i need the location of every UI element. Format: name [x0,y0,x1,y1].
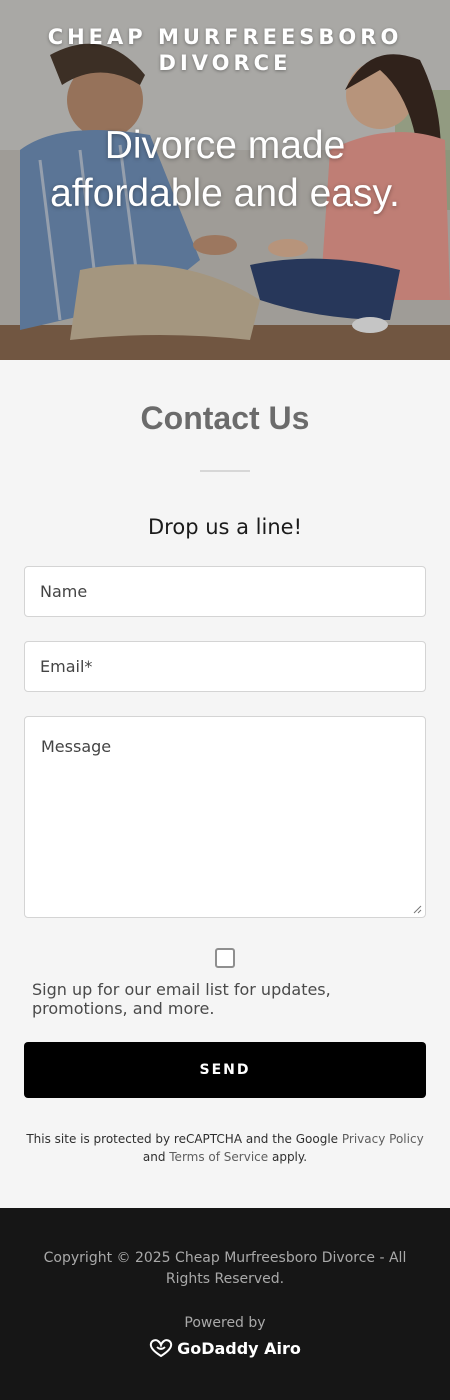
recaptcha-notice: This site is protected by reCAPTCHA and … [20,1130,430,1166]
email-field[interactable]: Email* [24,641,426,692]
contact-subtitle: Drop us a line! [148,515,302,539]
site-brand[interactable]: CHEAP MURFREESBORO DIVORCE [0,24,450,76]
signup-label: Sign up for our email list for updates, … [32,980,331,1018]
terms-of-service-link[interactable]: Terms of Service [169,1150,268,1164]
godaddy-heart-icon [149,1339,173,1358]
privacy-policy-link[interactable]: Privacy Policy [342,1132,424,1146]
name-placeholder: Name [40,582,88,601]
send-button[interactable]: SEND [24,1042,426,1098]
message-field[interactable]: Message [24,716,426,918]
contact-form: Name Email* Message Sign up for our emai… [24,566,426,1098]
footer: Copyright © 2025 Cheap Murfreesboro Divo… [0,1208,450,1400]
signup-row: Sign up for our email list for updates, … [24,948,426,1018]
recaptcha-and: and [142,1150,170,1164]
email-placeholder: Email* [40,657,93,676]
logo-text: GoDaddy Airo [177,1338,301,1358]
powered-by-label: Powered by [184,1315,266,1331]
hero-tagline: Divorce made affordable and easy. [50,124,400,215]
contact-section: Contact Us Drop us a line! Name Email* M… [0,360,450,1208]
name-field[interactable]: Name [24,566,426,617]
contact-title: Contact Us [140,400,310,436]
recaptcha-prefix: This site is protected by reCAPTCHA and … [26,1132,342,1146]
recaptcha-suffix: apply. [268,1150,308,1164]
hero-section: CHEAP MURFREESBORO DIVORCE Divorce made … [0,0,450,360]
message-placeholder: Message [41,737,112,756]
resize-handle-icon[interactable] [413,905,422,914]
title-divider [200,470,250,472]
signup-checkbox[interactable] [215,948,235,968]
godaddy-airo-logo[interactable]: GoDaddy Airo [149,1338,301,1358]
copyright-text: Copyright © 2025 Cheap Murfreesboro Divo… [43,1250,407,1287]
